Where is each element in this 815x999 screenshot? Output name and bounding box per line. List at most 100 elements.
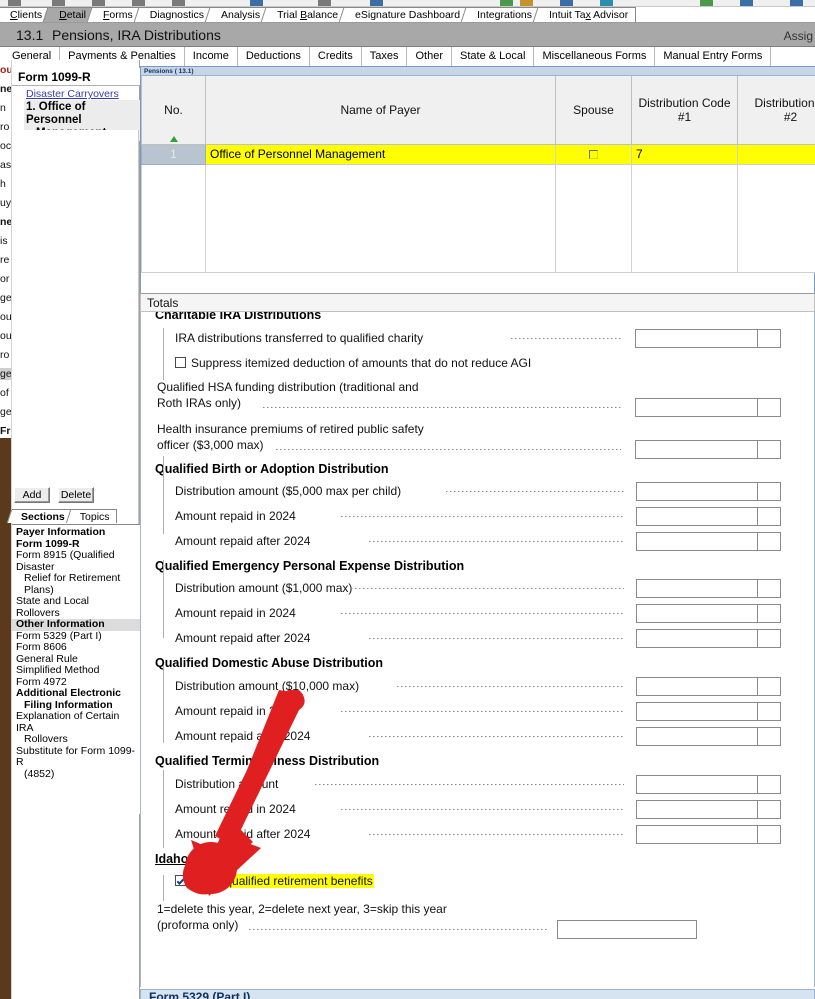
toolbar-icon[interactable] [740,0,753,6]
tab-diagnostics[interactable]: Diagnostics [139,7,213,22]
cell-empty[interactable] [205,163,556,273]
toolbar-icon[interactable] [790,0,803,6]
tab-analysis[interactable]: Analysis [211,7,269,22]
section-heading-emergency-expense: Qualified Emergency Personal Expense Dis… [155,559,465,573]
field-input-emergency-repaid-after[interactable] [636,629,781,648]
toolbar-icon[interactable] [560,0,573,6]
column-header-no[interactable]: No. [141,76,206,145]
assign-label[interactable]: Assig [784,29,813,43]
section-list-item[interactable]: Other Information [12,618,140,631]
checkbox-idaho-qualified-retirement[interactable] [175,875,186,886]
clipped-text-fragment: ou [0,64,12,76]
clipped-text-fragment: ou [0,311,12,323]
form-list-header: Form 1099-R [12,68,140,86]
cell-distribution-code-2[interactable] [737,143,815,165]
field-input-terminal-repaid-2024[interactable] [636,800,781,819]
section-list-item[interactable]: Simplified Method [12,664,140,677]
tab-trial-balance[interactable]: Trial Balance [267,7,347,22]
section-heading-charitable-ira: Charitable IRA Distributions [155,312,322,322]
column-header-label: Name of Payer [340,102,421,117]
section-list-item[interactable]: Explanation of Certain IRA [12,710,140,734]
spouse-checkbox[interactable] [589,150,598,160]
column-header-name-of-payer[interactable]: Name of Payer [205,76,556,145]
toolbar-icon[interactable] [700,0,713,6]
cell-spouse[interactable] [555,143,632,165]
column-header-distribution-code-1[interactable]: Distribution Code #1 [631,76,738,145]
sectiontab-topics[interactable]: Topics [70,509,117,523]
section-list-item[interactable]: Form 8915 (Qualified Disaster [12,549,140,573]
toolbar-icon[interactable] [250,0,263,6]
subtab-credits[interactable]: Credits [309,47,362,66]
toolbar-icon[interactable] [52,0,65,6]
cell-empty[interactable] [141,163,206,273]
section-list-item[interactable]: Payer Information [12,526,140,539]
field-label-terminal-repaid-after: Amount repaid after 2024 [175,827,311,841]
field-label-health-premium-line2: officer ($3,000 max) [157,438,264,452]
sections-topics-tabs: Sections Topics [12,509,140,524]
section-list-item[interactable]: Relief for Retirement Plans) [12,572,140,596]
cell-distribution-code-1[interactable]: 7 [631,143,738,165]
add-button[interactable]: Add [14,487,50,503]
column-header-label: Distribution Code [638,95,731,110]
toolbar-icon[interactable] [370,0,383,6]
toolbar-icon[interactable] [318,0,331,6]
cell-empty[interactable] [631,163,738,273]
subtab-state-local[interactable]: State & Local [452,47,535,66]
toolbar-icon[interactable] [520,0,533,6]
clipped-text-fragment: ro [0,121,10,133]
clipped-text-fragment: uy [0,197,12,209]
subtab-deductions[interactable]: Deductions [237,47,310,66]
subtab-other[interactable]: Other [407,47,452,66]
field-input-birth-amount[interactable] [636,482,781,501]
cell-empty[interactable] [737,163,815,273]
toolbar-icon[interactable] [500,0,513,6]
toolbar-icon[interactable] [92,0,105,6]
section-list-item[interactable]: State and Local [12,595,140,608]
field-input-hsa[interactable] [635,398,781,417]
field-input-health-premium[interactable] [635,440,781,459]
section-list-item[interactable]: Rollovers [12,733,140,746]
cell-name-of-payer[interactable]: Office of Personnel Management [205,143,556,165]
toolbar-icon[interactable] [172,0,185,6]
next-section-header[interactable]: Form 5329 (Part I) [140,989,815,999]
section-list-item[interactable]: Substitute for Form 1099-R [12,745,140,769]
field-input-delete-skip[interactable] [557,920,697,939]
section-heading-domestic-abuse: Qualified Domestic Abuse Distribution [155,656,384,670]
toolbar-icon[interactable] [600,0,613,6]
field-input-birth-repaid-after[interactable] [636,532,781,551]
clipped-text-fragment: ro [0,349,10,361]
section-list-item[interactable]: (4852) [12,768,140,781]
sectiontab-sections[interactable]: Sections [12,509,72,523]
field-input-abuse-amount[interactable] [636,677,781,696]
field-input-abuse-repaid-after[interactable] [636,727,781,746]
field-input-terminal-repaid-after[interactable] [636,825,781,844]
tab-intuit-tax-advisor[interactable]: Intuit Tax Advisor [539,7,637,22]
cell-empty[interactable] [555,163,632,273]
table-row[interactable]: 1 Office of Personnel Management 7 [141,143,815,165]
field-input-terminal-amount[interactable] [636,775,781,794]
field-input-emergency-amount[interactable] [636,579,781,598]
field-label-hsa-line1: Qualified HSA funding distribution (trad… [157,380,419,394]
field-input-birth-repaid-2024[interactable] [636,507,781,526]
section-list-item[interactable]: Additional Electronic [12,687,140,700]
tab-esignature-dashboard[interactable]: eSignature Dashboard [345,7,469,22]
section-list-item[interactable]: Form 8606 [12,641,140,654]
toolbar-icon[interactable] [132,0,145,6]
subtab-miscellaneous-forms[interactable]: Miscellaneous Forms [534,47,656,66]
column-header-spouse[interactable]: Spouse [555,76,632,145]
toolbar-icon[interactable] [8,0,21,6]
column-header-label: No. [164,102,183,117]
field-input-abuse-repaid-2024[interactable] [636,702,781,721]
disaster-carryovers-link[interactable]: Disaster Carryovers [26,88,119,100]
subtab-income[interactable]: Income [184,47,238,66]
column-header-distribution-code-2[interactable]: Distribution C #2 [737,76,815,145]
delete-button[interactable]: Delete [58,487,94,503]
checkbox-suppress-itemized[interactable] [175,357,186,368]
tab-integrations[interactable]: Integrations [467,7,540,22]
field-input-emergency-repaid-2024[interactable] [636,604,781,623]
form-list-empty-area[interactable] [12,130,139,542]
subtab-taxes[interactable]: Taxes [361,47,408,66]
subtab-manual-entry-forms[interactable]: Manual Entry Forms [655,47,772,66]
table-row-empty[interactable] [141,163,815,273]
field-input-ira-charity[interactable] [635,329,781,348]
